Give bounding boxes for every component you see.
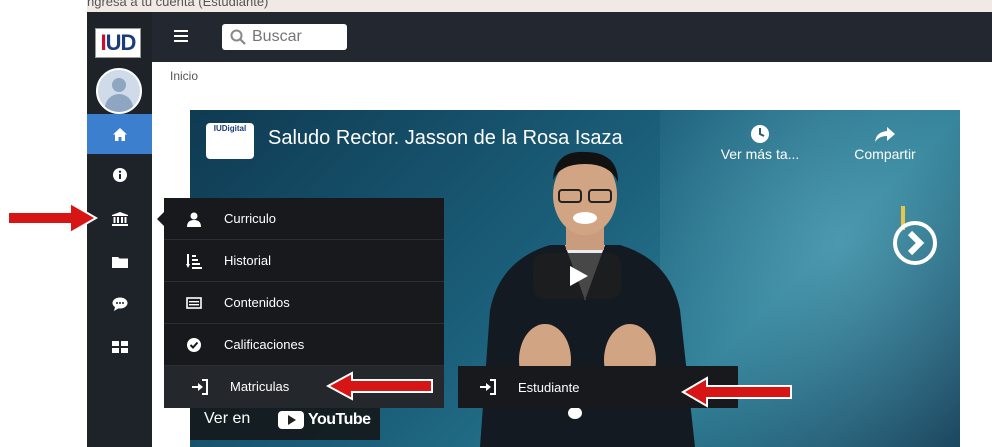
progress-dot[interactable] xyxy=(568,407,582,419)
video-title[interactable]: Saludo Rector. Jasson de la Rosa Isaza xyxy=(268,127,623,150)
user-avatar[interactable] xyxy=(96,68,142,114)
channel-logo[interactable]: IUDigital xyxy=(206,123,254,159)
sidebar-item-home[interactable] xyxy=(87,114,152,154)
hamburger-menu-icon[interactable] xyxy=(174,26,188,47)
sidebar-item-info[interactable] xyxy=(87,155,152,195)
sidebar-item-grid[interactable] xyxy=(87,327,152,367)
chat-icon xyxy=(112,297,127,311)
share-button[interactable]: Compartir xyxy=(835,122,935,162)
breadcrumb: Inicio xyxy=(152,62,992,90)
sidebar-item-chat[interactable] xyxy=(87,284,152,324)
browser-tab-strip: ngresa a tu cuenta (Estudiante) xyxy=(87,0,992,12)
search-box[interactable] xyxy=(222,24,347,50)
annotation-arrow-estudiante xyxy=(681,376,792,408)
menu-item-contenidos[interactable]: Contenidos xyxy=(164,282,444,324)
search-icon xyxy=(230,29,246,45)
home-icon xyxy=(112,127,127,141)
clock-icon xyxy=(751,125,769,143)
menu-item-historial[interactable]: Historial xyxy=(164,240,444,282)
annotation-arrow-institution xyxy=(7,201,98,235)
sign-in-icon xyxy=(480,379,496,395)
top-navbar xyxy=(152,12,992,62)
next-video-icon[interactable] xyxy=(890,220,940,265)
youtube-logo: YouTube xyxy=(278,410,372,430)
share-arrow-icon xyxy=(875,127,895,142)
annotation-arrow-matriculas xyxy=(326,371,433,401)
play-button[interactable] xyxy=(533,253,621,299)
watch-later-button[interactable]: Ver más ta... xyxy=(710,122,810,162)
sign-in-icon xyxy=(192,379,208,395)
iud-logo[interactable]: IUD xyxy=(95,28,141,58)
menu-item-curriculo[interactable]: Curriculo xyxy=(164,198,444,240)
user-icon xyxy=(187,212,201,227)
info-icon xyxy=(112,168,127,182)
menu-item-calificaciones[interactable]: Calificaciones xyxy=(164,324,444,366)
breadcrumb-home[interactable]: Inicio xyxy=(170,69,198,83)
check-circle-icon xyxy=(187,338,201,352)
grid-icon xyxy=(111,341,128,353)
list-box-icon xyxy=(186,297,202,309)
folder-icon xyxy=(111,257,128,268)
institution-icon xyxy=(111,212,128,226)
tab-strip-text: ngresa a tu cuenta (Estudiante) xyxy=(87,0,269,9)
sidebar-item-folder[interactable] xyxy=(87,242,152,282)
sort-list-icon xyxy=(186,254,202,269)
search-input[interactable] xyxy=(252,28,340,46)
play-icon xyxy=(570,266,588,286)
